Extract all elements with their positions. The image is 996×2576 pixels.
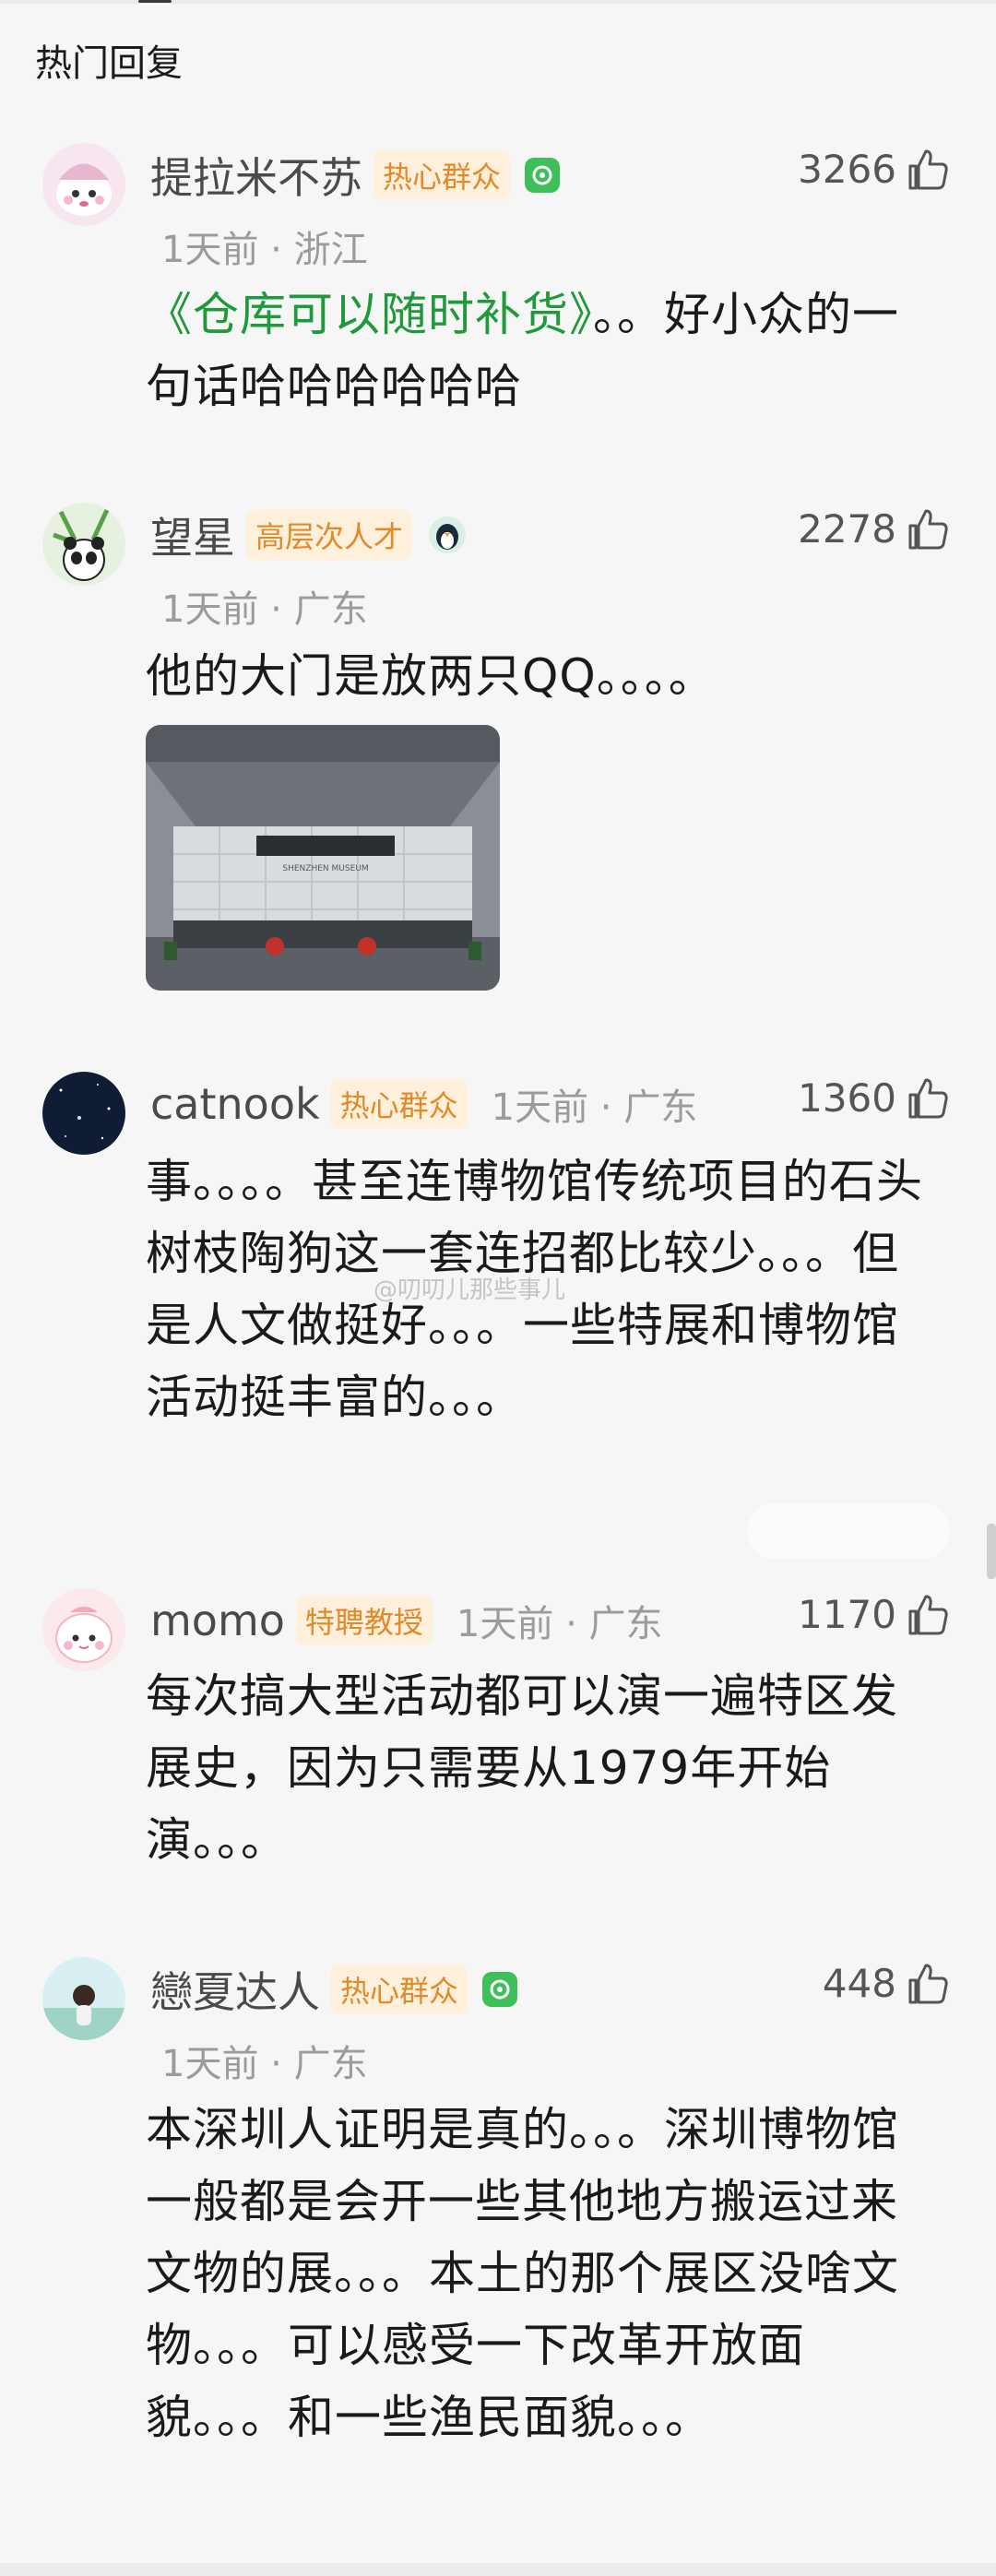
comment-meta: 1天前 · 广东 bbox=[491, 1086, 698, 1129]
watermark: @叨叨儿那些事儿 bbox=[374, 1276, 566, 1304]
like-count: 1170 bbox=[798, 1591, 896, 1637]
floating-pill bbox=[747, 1503, 950, 1559]
user-badge: 热心群众 bbox=[330, 1079, 468, 1129]
user-badge: 热心群众 bbox=[331, 1965, 468, 2014]
green-v-icon bbox=[482, 1972, 518, 2007]
comment-image[interactable]: SHENZHEN MUSEUM bbox=[146, 725, 500, 991]
username[interactable]: catnook bbox=[150, 1079, 320, 1129]
avatar[interactable] bbox=[42, 1072, 125, 1155]
like-count: 448 bbox=[822, 1960, 896, 2006]
thumbs-up-icon bbox=[908, 1078, 948, 1119]
penguin-badge-icon bbox=[427, 515, 468, 555]
avatar[interactable] bbox=[42, 1588, 125, 1671]
thumbs-up-icon bbox=[908, 509, 948, 550]
like-count: 2278 bbox=[798, 505, 896, 552]
thumbs-up-icon bbox=[908, 1964, 948, 2004]
avatar[interactable] bbox=[42, 1957, 125, 2040]
comment-text: 《仓库可以随时补货》。。好小众的一句话哈哈哈哈哈哈 bbox=[146, 279, 939, 422]
green-v-icon bbox=[525, 158, 561, 193]
username[interactable]: momo bbox=[150, 1596, 285, 1645]
comment-meta: 1天前 · 广东 bbox=[161, 588, 368, 631]
comment-text: 本深圳人证明是真的。。。深圳博物馆一般都是会开一些其他地方搬运过来文物的展。。。… bbox=[146, 2103, 899, 2444]
like-button[interactable]: 3266 bbox=[798, 146, 952, 192]
user-badge: 热心群众 bbox=[374, 150, 511, 200]
user-badge: 特聘教授 bbox=[295, 1596, 433, 1645]
avatar[interactable] bbox=[42, 143, 125, 226]
username[interactable]: 提拉米不苏 bbox=[150, 145, 362, 206]
username[interactable]: 望星 bbox=[150, 505, 235, 565]
like-button[interactable]: 1360 bbox=[798, 1074, 952, 1121]
like-button[interactable]: 1170 bbox=[798, 1591, 952, 1637]
comment-meta: 1天前 · 广东 bbox=[161, 2043, 368, 2085]
comment-meta: 1天前 · 广东 bbox=[456, 1603, 663, 1645]
section-title: 热门回复 bbox=[35, 42, 183, 85]
user-badge: 高层次人才 bbox=[246, 510, 413, 560]
scrollbar-thumb[interactable] bbox=[987, 1524, 996, 1579]
thumbs-up-icon bbox=[908, 1595, 948, 1635]
comment-text: 每次搞大型活动都可以演一遍特区发展史，因为只需要从1979年开始演。。。 bbox=[146, 1669, 898, 1867]
tab-indicator bbox=[138, 0, 172, 3]
like-count: 3266 bbox=[798, 146, 896, 192]
comment-meta: 1天前 · 浙江 bbox=[161, 229, 368, 271]
like-button[interactable]: 2278 bbox=[798, 505, 952, 552]
avatar[interactable] bbox=[42, 503, 125, 586]
like-button[interactable]: 448 bbox=[823, 1960, 952, 2006]
thumbs-up-icon bbox=[908, 149, 948, 190]
username[interactable]: 戀夏达人 bbox=[150, 1959, 320, 2020]
bottom-divider bbox=[0, 2563, 996, 2576]
like-count: 1360 bbox=[798, 1074, 896, 1121]
quoted-phrase: 《仓库可以随时补货》 bbox=[146, 288, 593, 341]
museum-sign: SHENZHEN MUSEUM bbox=[282, 864, 368, 873]
comment-text: 他的大门是放两只QQ。。。。 bbox=[146, 649, 716, 703]
